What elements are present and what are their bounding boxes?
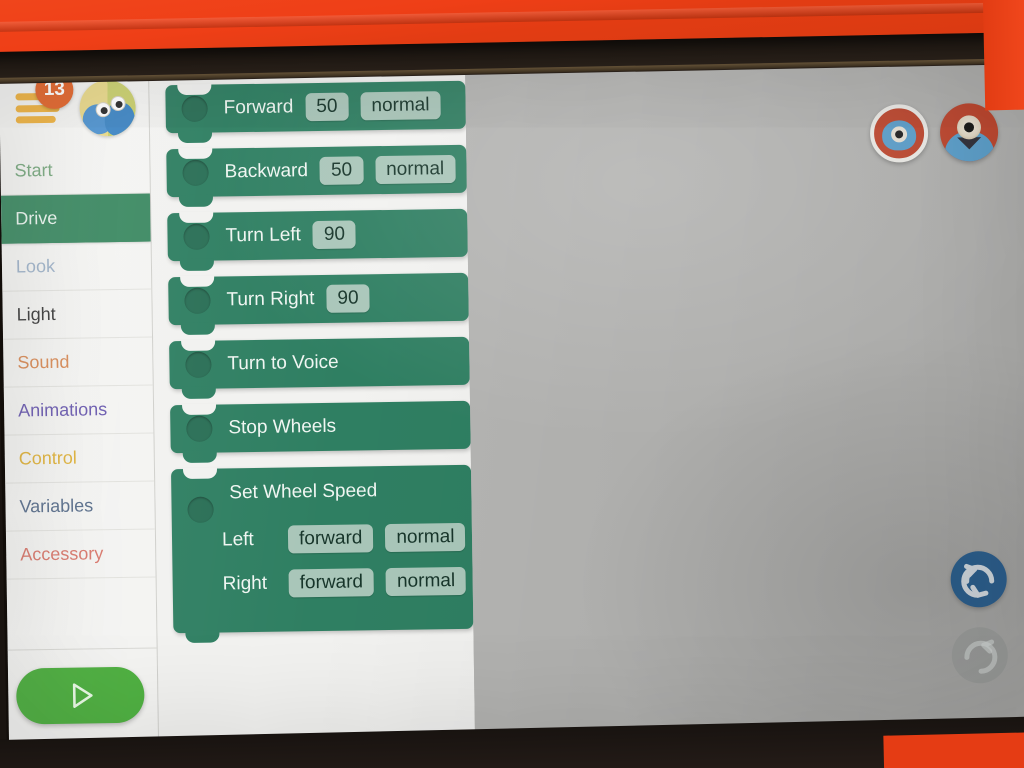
category-list: Start Drive Look Light Sound Animations … <box>0 145 156 650</box>
undo-button[interactable] <box>950 550 1008 608</box>
sidebar-footer <box>7 647 159 746</box>
block-backward[interactable]: Backward 50 normal <box>166 144 467 208</box>
sidebar-item-label: Look <box>15 255 56 277</box>
case-bottom-red <box>883 732 1024 768</box>
block-knob-icon <box>185 351 212 378</box>
block-chip-angle[interactable]: 90 <box>312 220 357 250</box>
sidebar-item-label: Sound <box>17 351 70 373</box>
block-turn-to-voice[interactable]: Turn to Voice <box>169 336 470 400</box>
sidebar-item-accessory[interactable]: Accessory <box>5 529 156 580</box>
block-notch <box>180 275 215 288</box>
sidebar-item-control[interactable]: Control <box>4 433 155 484</box>
block-turn-left[interactable]: Turn Left 90 <box>167 208 468 272</box>
undo-icon <box>961 563 995 598</box>
app-root: 13 Start Drive Look Light Sound Animatio… <box>0 54 1024 746</box>
block-tab <box>181 386 216 400</box>
block-label: Set Wheel Speed <box>229 480 378 504</box>
run-program-button[interactable] <box>15 666 145 725</box>
hamburger-bar <box>15 115 56 124</box>
block-chip-direction[interactable]: forward <box>287 524 374 554</box>
sidebar-item-sound[interactable]: Sound <box>3 337 153 388</box>
robot-button-dash[interactable] <box>869 103 929 163</box>
block-label: Turn Right <box>226 288 315 311</box>
block-notch <box>178 147 213 160</box>
block-chip-speed[interactable]: normal <box>385 566 467 597</box>
sidebar-item-label: Control <box>18 447 77 469</box>
tablet-screen: 13 Start Drive Look Light Sound Animatio… <box>0 54 1024 746</box>
sidebar-item-variables[interactable]: Variables <box>5 481 155 532</box>
robot-selector <box>869 102 999 163</box>
case-right <box>982 0 1024 111</box>
block-tab <box>178 194 214 208</box>
block-tab <box>180 322 215 336</box>
block-tab <box>179 258 215 272</box>
block-chip-speed[interactable]: normal <box>360 91 441 121</box>
block-notch <box>182 467 218 480</box>
block-stop-wheels[interactable]: Stop Wheels <box>170 400 471 464</box>
redo-icon <box>964 639 998 674</box>
block-knob-icon <box>181 95 208 123</box>
block-notch <box>179 211 214 224</box>
sidebar-item-animations[interactable]: Animations <box>3 385 154 436</box>
block-notch <box>182 403 217 416</box>
block-knob-icon <box>183 223 210 251</box>
block-palette[interactable]: Forward 50 normal Backward 50 normal Tur… <box>149 62 476 744</box>
block-chip-distance[interactable]: 50 <box>319 156 364 185</box>
block-chip-distance[interactable]: 50 <box>305 92 349 122</box>
block-notch <box>177 83 212 96</box>
block-label: Turn to Voice <box>227 351 339 375</box>
sidebar-item-label: Accessory <box>20 543 104 565</box>
sidebar-item-label: Start <box>14 159 53 181</box>
wheel-speed-row-right: Right forward normal <box>222 566 467 598</box>
program-canvas[interactable] <box>464 54 1024 739</box>
redo-button <box>951 626 1009 684</box>
sidebar-item-label: Variables <box>19 495 94 517</box>
block-set-wheel-speed[interactable]: Set Wheel Speed Left forward normal Righ… <box>170 464 474 644</box>
avatar[interactable] <box>79 79 137 137</box>
block-label: Forward <box>223 96 294 119</box>
block-knob-icon <box>184 287 211 314</box>
block-chip-speed[interactable]: normal <box>374 154 456 185</box>
block-forward[interactable]: Forward 50 normal <box>165 80 466 144</box>
sidebar-item-look[interactable]: Look <box>1 241 152 292</box>
sidebar-item-light[interactable]: Light <box>2 289 153 340</box>
block-tab <box>185 630 220 644</box>
block-knob-icon <box>187 496 214 523</box>
sidebar-item-label: Drive <box>15 207 58 229</box>
sidebar-item-start[interactable]: Start <box>0 145 150 196</box>
block-tab <box>177 130 213 144</box>
block-chip-direction[interactable]: forward <box>288 568 375 598</box>
block-chip-speed[interactable]: normal <box>385 522 466 553</box>
play-icon <box>72 683 93 708</box>
tablet-photo: 13 Start Drive Look Light Sound Animatio… <box>0 0 1024 768</box>
sidebar-item-drive[interactable]: Drive <box>0 193 151 244</box>
block-knob-icon <box>182 159 209 187</box>
robot-button-dot[interactable] <box>939 102 999 162</box>
sidebar-item-label: Light <box>16 303 56 325</box>
sidebar: 13 Start Drive Look Light Sound Animatio… <box>0 67 160 746</box>
block-notch <box>181 339 216 352</box>
wheel-speed-row-left: Left forward normal <box>221 522 466 554</box>
block-knob-icon <box>186 415 213 442</box>
block-label: Turn Left <box>225 224 302 247</box>
block-chip-angle[interactable]: 90 <box>326 284 370 313</box>
row-label: Right <box>222 572 268 595</box>
block-tab <box>182 450 217 464</box>
block-turn-right[interactable]: Turn Right 90 <box>168 272 469 336</box>
block-label: Stop Wheels <box>228 415 337 439</box>
row-label: Left <box>221 528 254 551</box>
sidebar-item-label: Animations <box>17 399 108 421</box>
block-label: Backward <box>224 160 309 183</box>
history-controls <box>950 550 1009 704</box>
